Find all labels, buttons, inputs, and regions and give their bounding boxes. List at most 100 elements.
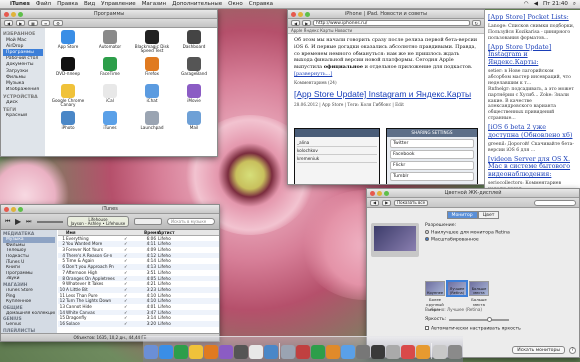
app-icon-item[interactable]: iPhoto [47,111,89,138]
sharing-row[interactable]: Twitter [390,139,474,148]
dock-app-icon[interactable] [159,345,173,359]
brightness-slider[interactable] [449,316,510,322]
app-icon-item[interactable]: FaceTime [89,57,131,84]
launchpad-icon[interactable] [145,111,159,125]
sidebar-item[interactable]: Купленное [3,299,55,305]
volume-icon[interactable]: ◀ [534,1,538,8]
dock-app-icon[interactable] [219,345,233,359]
app-icon-item[interactable]: DVD-плеер [47,57,89,84]
prefs-titlebar[interactable]: Цветной ЖК-дисплей [367,189,579,198]
garageband-icon[interactable] [187,57,201,71]
menu-window[interactable]: Окно [228,1,243,7]
dock-app-icon[interactable] [416,345,430,359]
dock-app-icon[interactable] [386,345,400,359]
close-icon[interactable] [4,11,9,17]
wifi-icon[interactable]: ◠ [524,1,529,8]
app-icon-item[interactable]: Google Chrome Canary [47,84,89,111]
dock-app-icon[interactable] [174,345,188,359]
auto-brightness-checkbox[interactable] [425,326,429,330]
menu-app-name[interactable]: iTunes [10,1,30,7]
prefs-search-field[interactable] [534,199,576,206]
col-time[interactable]: Время [144,230,159,235]
dock-app-icon[interactable] [341,345,355,359]
address-field[interactable]: http://www.iphones.ru/ [313,20,470,26]
google-chrome-canary-icon[interactable] [61,84,75,98]
menu-help[interactable]: Справка [249,1,273,7]
app-icon-item[interactable]: Blackmagic Disk Speed Test [131,30,173,57]
radio-retina[interactable] [425,229,429,234]
close-icon[interactable] [370,190,375,196]
forward-button[interactable]: ▶ [16,20,26,26]
minimize-icon[interactable] [298,11,303,17]
app-store-icon[interactable] [61,30,75,44]
dock-app-icon[interactable] [371,345,385,359]
itunes-icon[interactable] [103,111,117,125]
automator-icon[interactable] [103,30,117,44]
thumb-retina[interactable]: Лучшее (Retina) [446,280,468,297]
menu-edit[interactable]: Правка [57,1,78,7]
sidebar-item[interactable]: Рабочий стол [3,56,43,62]
ichat-icon[interactable] [145,84,159,98]
sharing-row[interactable]: Facebook [390,150,474,159]
prev-button[interactable]: ⏮ [5,218,10,226]
thumb-larger[interactable]: Крупнее [425,281,445,296]
imovie-icon[interactable] [187,84,201,98]
news-headline-link[interactable]: [App Store] Pocket Lists: [488,13,577,22]
col-name[interactable]: Имя [66,230,124,235]
option-retina[interactable]: Наилучшее для монитора Retina [425,229,510,237]
option-scaled[interactable]: Масштабированное [425,237,510,244]
sidebar-item[interactable]: Домашняя коллекция [3,311,55,317]
ical-icon[interactable] [103,84,117,98]
itunes-titlebar[interactable]: iTunes [1,205,219,214]
col-artist[interactable]: Артист [158,230,219,235]
slider-knob[interactable] [487,316,493,322]
view-icons-button[interactable]: ▦ [28,20,38,26]
action-button[interactable]: ⚙ [53,20,63,26]
back-button[interactable]: ◀ [291,20,301,26]
dock-app-icon[interactable] [264,345,278,359]
sharing-row[interactable]: Tumblr [390,172,474,181]
next-button[interactable]: ⏭ [26,218,31,226]
article-headline[interactable]: [App Store Update] Instagram и Яндекс.Ка… [294,89,478,100]
table-row[interactable]: 16 Solace ✓ 3:20 Lifeho [58,321,219,327]
back-button[interactable]: ◀ [4,20,14,26]
tab-color[interactable]: Цвет [477,211,500,219]
col-number[interactable] [58,230,66,235]
view-list-button[interactable]: ≡ [40,20,51,26]
mail-icon[interactable] [187,111,201,125]
dock-app-icon[interactable] [326,345,340,359]
menu-controls[interactable]: Управление [101,1,136,7]
app-icon-item[interactable]: Automator [89,30,131,57]
sidebar-item[interactable]: Изображения [3,87,43,93]
app-icon-item[interactable]: iCal [89,84,131,111]
minimize-icon[interactable] [11,11,16,17]
forward-button[interactable]: ▶ [302,20,312,26]
firefox-icon[interactable] [145,57,159,71]
finder-titlebar[interactable]: Программы [1,10,217,19]
auto-brightness-option[interactable]: Автоматически настраивать яркость [425,326,521,332]
back-button[interactable]: ◀ [370,199,380,206]
col-extra[interactable] [124,230,144,235]
news-headline-link[interactable]: [videon Server для OS X. Мас в системе б… [488,155,577,179]
radio-scaled[interactable] [425,237,429,242]
sidebar-item[interactable]: Красный [3,113,43,119]
dock-app-icon[interactable] [249,345,263,359]
browser-titlebar[interactable]: iPhone | iPad. Новости и советы [288,10,484,19]
zoom-icon[interactable] [305,11,310,17]
dock-app-icon[interactable] [189,345,203,359]
facetime-icon[interactable] [103,57,117,71]
app-icon-item[interactable]: iMovie [173,84,215,111]
menu-view[interactable]: Вид [84,1,95,7]
dashboard-icon[interactable] [187,30,201,44]
iphoto-icon[interactable] [61,111,75,125]
search-field[interactable]: Искать в музыке [167,218,215,225]
sidebar-item[interactable]: Звуки [3,276,55,282]
dock-app-icon[interactable] [296,345,310,359]
dock-app-icon[interactable] [281,345,295,359]
show-all-button[interactable]: Показать все [394,199,429,206]
news-headline-link[interactable]: [iOS 6 beta 2 уже доступна (Обновлено x6… [488,123,577,139]
forward-button[interactable]: ▶ [382,199,392,206]
app-icon-item[interactable]: App Store [47,30,89,57]
dock-app-icon[interactable] [234,345,248,359]
view-switcher[interactable] [134,218,162,225]
